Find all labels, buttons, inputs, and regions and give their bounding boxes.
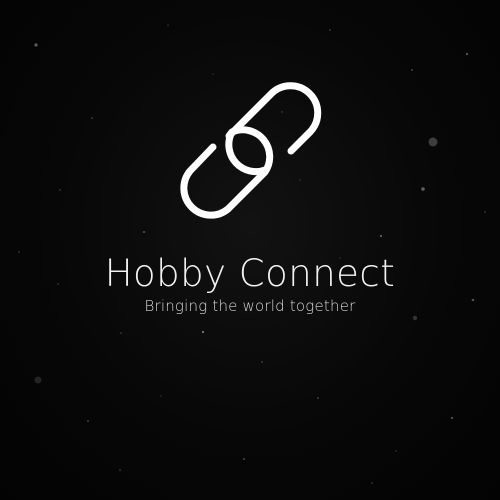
splash-screen: Hobby Connect Bringing the world togethe… — [0, 0, 500, 500]
chain-link-icon — [180, 82, 322, 219]
brand-title: Hobby Connect — [104, 252, 396, 295]
brand-tagline: Bringing the world together — [144, 297, 356, 315]
